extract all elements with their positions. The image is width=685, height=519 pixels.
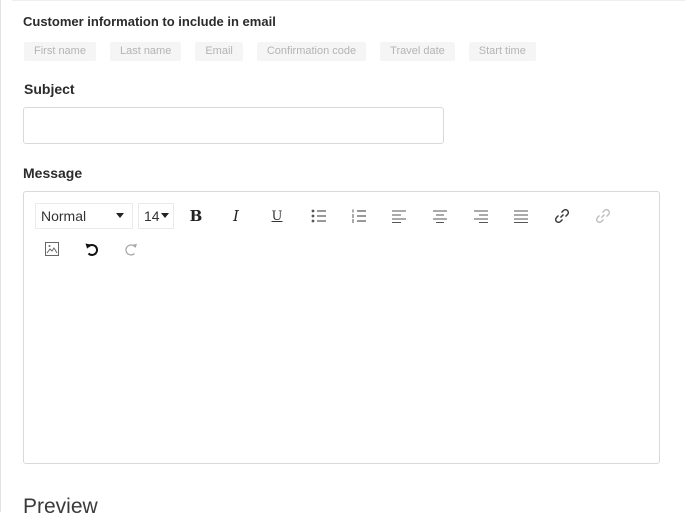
subject-label: Subject — [24, 81, 75, 97]
underline-button[interactable]: U — [267, 206, 287, 226]
customer-info-heading: Customer information to include in email — [23, 14, 276, 29]
token-last-name[interactable]: Last name — [109, 42, 182, 61]
subject-input[interactable] — [23, 107, 444, 144]
numbered-list-icon — [352, 209, 366, 223]
align-left-icon — [392, 210, 406, 223]
token-first-name[interactable]: First name — [24, 42, 96, 61]
customer-info-tokens: First name Last name Email Confirmation … — [24, 42, 536, 61]
token-start-time[interactable]: Start time — [468, 42, 536, 61]
panel-top-border — [12, 0, 685, 1]
redo-icon — [125, 243, 137, 256]
bulleted-list-button[interactable] — [310, 207, 328, 225]
token-travel-date[interactable]: Travel date — [380, 42, 455, 61]
unlink-button[interactable] — [594, 207, 612, 225]
panel-left-border — [0, 0, 1, 512]
font-size-select[interactable]: 14 — [138, 203, 174, 229]
undo-button[interactable] — [83, 240, 101, 258]
link-icon — [554, 208, 570, 224]
align-right-button[interactable] — [472, 207, 490, 225]
italic-button[interactable]: I — [226, 206, 246, 226]
bulleted-list-icon — [311, 209, 326, 223]
image-icon — [45, 242, 59, 256]
message-editor[interactable] — [23, 191, 660, 464]
format-select[interactable]: Normal — [35, 203, 133, 229]
align-right-icon — [474, 210, 488, 223]
align-left-button[interactable] — [390, 207, 408, 225]
numbered-list-button[interactable] — [350, 207, 368, 225]
unlink-icon — [596, 209, 610, 223]
align-justify-button[interactable] — [512, 207, 530, 225]
undo-icon — [85, 243, 99, 256]
font-size-value: 14 — [144, 208, 160, 224]
align-center-button[interactable] — [431, 207, 449, 225]
format-caret-icon — [116, 213, 124, 218]
token-email[interactable]: Email — [195, 42, 243, 61]
redo-button[interactable] — [122, 240, 140, 258]
link-button[interactable] — [553, 207, 571, 225]
size-caret-icon — [161, 213, 169, 218]
bold-button[interactable]: B — [186, 206, 206, 226]
align-center-icon — [433, 210, 447, 223]
format-select-value: Normal — [41, 208, 87, 224]
message-label: Message — [23, 165, 83, 181]
align-justify-icon — [514, 210, 528, 223]
token-confirmation-code[interactable]: Confirmation code — [256, 42, 367, 61]
preview-heading: Preview — [23, 495, 98, 518]
insert-image-button[interactable] — [44, 241, 60, 257]
